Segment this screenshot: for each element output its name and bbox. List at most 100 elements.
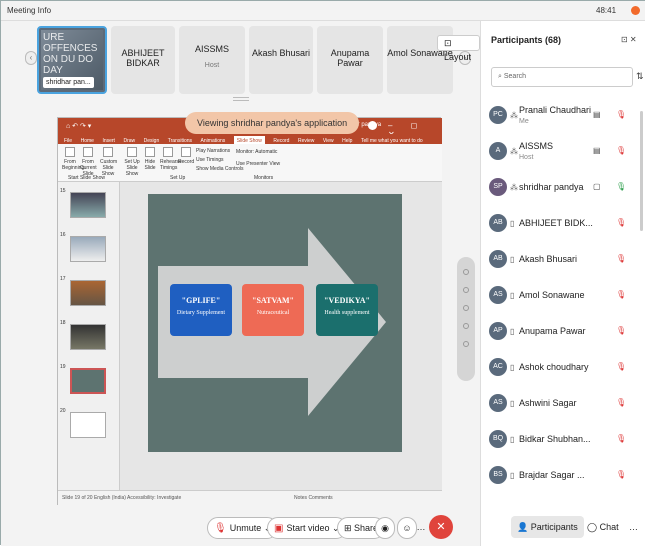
participant-row[interactable]: AS ▯ Ashwini Sagar 🎙: [481, 387, 645, 423]
annotation-toolbar[interactable]: [457, 257, 475, 381]
avatar: AB: [489, 214, 507, 232]
participant-row[interactable]: SP ⁂ shridhar pandya ▢ 🎙: [481, 171, 645, 207]
custom-show-button[interactable]: Custom Slide Show: [100, 147, 117, 177]
mic-muted-icon[interactable]: 🎙: [616, 110, 626, 119]
use-timings-check[interactable]: Use Timings: [196, 157, 224, 163]
mic-muted-icon[interactable]: 🎙: [616, 254, 626, 263]
hide-slide-button[interactable]: Hide Slide: [142, 147, 158, 171]
participant-row[interactable]: AC ▯ Ashok choudhary 🎙: [481, 351, 645, 387]
video-tile-akash[interactable]: Akash Bhusari: [249, 26, 313, 94]
chat-tab-button[interactable]: ◯ Chat: [581, 516, 625, 538]
sort-icon[interactable]: ⇅: [636, 71, 644, 82]
device-icon: ▯: [510, 435, 515, 444]
participant-row[interactable]: AB ▯ ABHIJEET BIDK... 🎙: [481, 207, 645, 243]
participant-name: Ashok choudhary: [519, 362, 589, 372]
tile-name: AISSMS: [194, 44, 229, 54]
mic-muted-icon[interactable]: 🎙: [616, 398, 626, 407]
start-video-label: Start video: [286, 523, 330, 533]
resize-handle[interactable]: [233, 97, 249, 101]
layout-button[interactable]: ⊡ Layout: [437, 35, 480, 62]
video-tile-shridhar[interactable]: URE OFFENCES ON DU DO DAY shridhar pan..…: [37, 26, 107, 94]
device-icon: ▯: [510, 219, 515, 228]
tile-name: Akash Bhusari: [251, 48, 311, 58]
mic-muted-icon[interactable]: 🎙: [616, 218, 626, 227]
participant-row[interactable]: AB ▯ Akash Bhusari 🎙: [481, 243, 645, 279]
participant-row[interactable]: A ⁂ AISSMS Host ▤ 🎙: [481, 135, 645, 171]
slide-thumbnail[interactable]: [70, 324, 106, 350]
participant-row[interactable]: BQ ▯ Bidkar Shubhan... 🎙: [481, 423, 645, 459]
mic-muted-icon[interactable]: 🎙: [616, 470, 626, 479]
tool-icon[interactable]: [463, 323, 469, 329]
tool-icon[interactable]: [463, 341, 469, 347]
more-icon: …: [629, 522, 638, 532]
share-icon: ⊞: [344, 523, 355, 533]
current-slide[interactable]: "GPLIFE" Dietary Supplement "SATVAM" Nut…: [148, 194, 402, 452]
record-control-button[interactable]: ◉: [375, 517, 395, 539]
slide-thumbnail[interactable]: [70, 192, 106, 218]
tool-icon[interactable]: [463, 269, 469, 275]
participant-name: ABHIJEET BIDK...: [519, 218, 593, 228]
more-icon: …: [416, 522, 426, 532]
slide-thumbnail-selected[interactable]: [70, 368, 106, 394]
mic-muted-icon[interactable]: 🎙: [616, 146, 626, 155]
emoji-icon: ☺: [402, 523, 412, 533]
chevron-left-icon[interactable]: ‹: [25, 51, 37, 65]
device-icon: ▯: [510, 471, 515, 480]
mic-muted-icon[interactable]: 🎙: [616, 362, 626, 371]
participant-name: Pranali Chaudhari: [519, 105, 592, 115]
slide-thumbnail[interactable]: [70, 236, 106, 262]
participants-tab-button[interactable]: 👤 Participants: [511, 516, 584, 538]
ppt-statusbar: Slide 19 of 20 English (India) Accessibi…: [58, 490, 442, 506]
participant-row[interactable]: AP ▯ Anupama Pawar 🎙: [481, 315, 645, 351]
tile-role: Host: [204, 62, 220, 69]
panel-window-icons[interactable]: ⊡ ✕: [621, 35, 637, 44]
setup-show-button[interactable]: Set Up Slide Show: [124, 147, 140, 177]
end-call-button[interactable]: ✕: [429, 515, 453, 539]
mic-muted-icon[interactable]: 🎙: [616, 434, 626, 443]
meeting-info-link[interactable]: Meeting Info: [7, 6, 51, 15]
slide-box-vedikya: "VEDIKYA" Health supplement: [316, 284, 378, 336]
mic-muted-icon[interactable]: 🎙: [616, 290, 626, 299]
from-beginning-button[interactable]: From Beginning: [62, 147, 84, 171]
tool-icon[interactable]: [463, 305, 469, 311]
tile-name: ABHIJEET BIDKAR: [121, 48, 165, 68]
rehearse-button[interactable]: Rehearse Timings: [160, 147, 182, 171]
from-current-button[interactable]: From Current Slide: [80, 147, 97, 177]
status-right-text[interactable]: Notes Comments: [294, 495, 333, 501]
device-icon: ▯: [510, 399, 515, 408]
participant-search-input[interactable]: ⌕ Search: [491, 67, 633, 87]
mic-muted-icon[interactable]: 🎙: [616, 326, 626, 335]
box-subtitle: Nutraceutical: [256, 310, 290, 316]
slide-thumbnail[interactable]: [70, 280, 106, 306]
monitor-select[interactable]: Monitor: Automatic: [236, 149, 277, 155]
avatar: AP: [489, 322, 507, 340]
shared-screen: ⌂ ↶ ↷ ▾ shridhar pandya – ◻ ✕ Viewing sh…: [57, 112, 442, 506]
slide-number: 16: [60, 232, 66, 238]
video-tile-anupama[interactable]: Anupama Pawar: [317, 26, 383, 94]
participant-row[interactable]: PC ⁂ Pranali Chaudhari Me ▤ 🎙: [481, 99, 645, 135]
device-icon: ▯: [510, 363, 515, 372]
avatar: AC: [489, 358, 507, 376]
device-icon: ▯: [510, 327, 515, 336]
start-video-button[interactable]: ▣ Start video ⌄: [267, 517, 347, 539]
reactions-button[interactable]: ☺: [397, 517, 417, 539]
mic-muted-icon: 🎙: [214, 523, 227, 534]
tool-icon[interactable]: [463, 287, 469, 293]
presenter-view-check[interactable]: Use Presenter View: [236, 161, 280, 167]
ribbon: From Beginning From Current Slide Custom…: [58, 144, 442, 182]
video-tile-aissms[interactable]: AISSMS Host: [179, 26, 245, 94]
mic-active-icon[interactable]: 🎙: [616, 182, 626, 191]
record-button[interactable]: Record: [178, 147, 194, 165]
participant-name: Bidkar Shubhan...: [519, 434, 591, 444]
box-subtitle: Dietary Supplement: [176, 310, 226, 316]
slide-thumbnail[interactable]: [70, 412, 106, 438]
more-button[interactable]: …: [415, 517, 427, 539]
video-tile-abhijeet[interactable]: ABHIJEET BIDKAR: [111, 26, 175, 94]
play-narrations-check[interactable]: Play Narrations: [196, 148, 230, 154]
participant-row[interactable]: AS ▯ Amol Sonawane 🎙: [481, 279, 645, 315]
participant-row[interactable]: BS ▯ Brajdar Sagar ... 🎙: [481, 459, 645, 495]
more-panel-button[interactable]: …: [623, 516, 644, 538]
search-placeholder: Search: [503, 73, 527, 80]
tile-name: Anupama Pawar: [330, 48, 370, 68]
box-title: "GPLIFE": [181, 296, 221, 305]
